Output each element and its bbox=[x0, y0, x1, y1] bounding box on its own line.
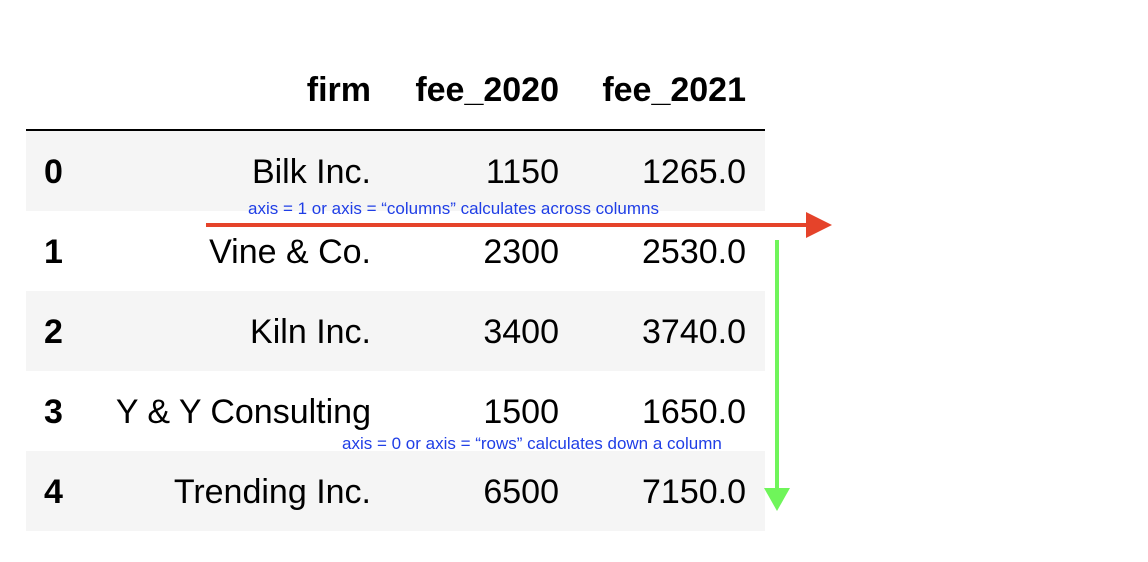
cell-fee-2021: 1650.0 bbox=[642, 393, 746, 431]
cell-fee-2020: 2300 bbox=[483, 233, 559, 271]
cell-firm: Bilk Inc. bbox=[251, 153, 371, 191]
table-row: 4 Trending Inc. 6500 7150.0 bbox=[26, 451, 765, 531]
axis-rows-annotation: axis = 0 or axis = “rows” calculates dow… bbox=[342, 434, 722, 453]
column-header-firm: firm bbox=[306, 71, 371, 109]
cell-firm: Trending Inc. bbox=[173, 473, 371, 511]
cell-fee-2021: 3740.0 bbox=[642, 313, 746, 351]
cell-fee-2020: 1150 bbox=[485, 153, 559, 191]
cell-fee-2020: 1500 bbox=[483, 393, 559, 431]
table-row: 2 Kiln Inc. 3400 3740.0 bbox=[26, 291, 765, 371]
column-header-fee-2020: fee_2020 bbox=[415, 71, 559, 109]
cell-fee-2021: 1265.0 bbox=[642, 153, 746, 191]
cell-firm: Vine & Co. bbox=[209, 233, 371, 271]
table-header-row: firm fee_2020 fee_2021 bbox=[26, 50, 765, 131]
row-index: 1 bbox=[44, 233, 63, 271]
dataframe-table: firm fee_2020 fee_2021 0 Bilk Inc. 1150 … bbox=[26, 50, 765, 531]
row-index: 0 bbox=[44, 153, 63, 191]
row-index: 3 bbox=[44, 393, 63, 431]
row-index: 2 bbox=[44, 313, 63, 351]
cell-fee-2020: 3400 bbox=[483, 313, 559, 351]
column-header-fee-2021: fee_2021 bbox=[602, 71, 746, 109]
row-index: 4 bbox=[44, 473, 63, 511]
axis-columns-annotation: axis = 1 or axis = “columns” calculates … bbox=[248, 199, 659, 218]
cell-firm: Kiln Inc. bbox=[250, 313, 371, 351]
table-row: 1 Vine & Co. 2300 2530.0 bbox=[26, 211, 765, 291]
cell-fee-2020: 6500 bbox=[483, 473, 559, 511]
cell-fee-2021: 2530.0 bbox=[642, 233, 746, 271]
cell-fee-2021: 7150.0 bbox=[642, 473, 746, 511]
cell-firm: Y & Y Consulting bbox=[115, 393, 371, 431]
axis-rows-arrow bbox=[764, 240, 790, 511]
